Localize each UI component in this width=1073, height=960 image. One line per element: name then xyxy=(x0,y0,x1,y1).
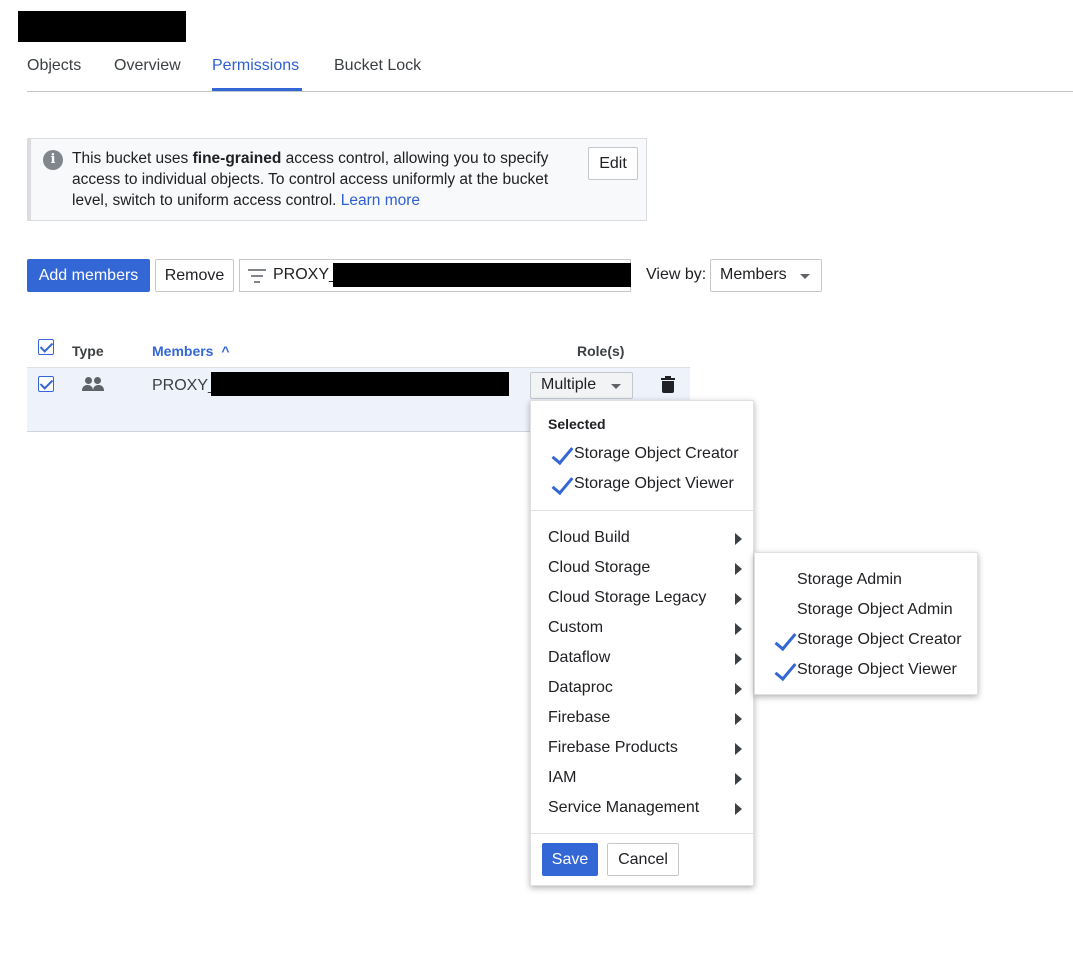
role-category-cloud-storage-legacy[interactable]: Cloud Storage Legacy xyxy=(548,589,743,607)
trash-icon[interactable] xyxy=(661,376,675,394)
role-dropdown-value: Multiple xyxy=(541,376,597,393)
cloud-storage-submenu: Storage Admin Storage Object Admin Stora… xyxy=(754,552,978,695)
selected-role-item[interactable]: Storage Object Creator xyxy=(548,441,739,466)
role-category-dataproc[interactable]: Dataproc xyxy=(548,679,743,697)
category-label: Firebase Products xyxy=(548,739,678,756)
chevron-right-icon xyxy=(735,713,742,725)
submenu-item-storage-object-creator[interactable]: Storage Object Creator xyxy=(771,627,962,652)
select-all-checkbox[interactable] xyxy=(38,339,54,355)
column-header-roles: Role(s) xyxy=(577,343,625,359)
role-category-cloud-storage[interactable]: Cloud Storage xyxy=(548,559,743,577)
submenu-item-label: Storage Admin xyxy=(797,571,902,588)
filter-icon xyxy=(248,269,266,287)
checkmark-icon xyxy=(551,471,574,496)
submenu-item-storage-object-viewer[interactable]: Storage Object Viewer xyxy=(771,657,957,682)
chevron-right-icon xyxy=(735,623,742,635)
tab-overview[interactable]: Overview xyxy=(114,57,181,75)
chevron-right-icon xyxy=(735,683,742,695)
member-name: PROXY_ xyxy=(152,377,217,394)
chevron-right-icon xyxy=(735,563,742,575)
view-by-value: Members xyxy=(720,266,787,283)
filter-value: PROXY_ xyxy=(273,266,338,283)
submenu-item-storage-admin[interactable]: Storage Admin xyxy=(797,571,902,589)
checkmark-icon xyxy=(774,657,797,682)
role-category-dataflow[interactable]: Dataflow xyxy=(548,649,743,667)
column-header-members[interactable]: Members ^ xyxy=(152,343,230,359)
learn-more-link[interactable]: Learn more xyxy=(341,192,420,209)
chevron-down-icon xyxy=(611,384,621,389)
role-category-custom[interactable]: Custom xyxy=(548,619,743,637)
category-label: Cloud Storage Legacy xyxy=(548,589,707,606)
info-icon: i xyxy=(43,150,63,170)
members-header-label: Members xyxy=(152,343,214,359)
role-category-cloud-build[interactable]: Cloud Build xyxy=(548,529,743,547)
sort-ascending-icon: ^ xyxy=(221,343,230,359)
role-category-service-management[interactable]: Service Management xyxy=(548,799,743,817)
category-label: Dataproc xyxy=(548,679,613,696)
chevron-down-icon xyxy=(800,274,810,279)
chevron-right-icon xyxy=(735,803,742,815)
selected-role-label: Storage Object Creator xyxy=(574,445,739,462)
edit-button[interactable]: Edit xyxy=(588,147,638,180)
chevron-right-icon xyxy=(735,743,742,755)
tab-bucket-lock[interactable]: Bucket Lock xyxy=(334,57,421,75)
category-label: Cloud Storage xyxy=(548,559,651,576)
role-selection-menu: Selected Storage Object Creator Storage … xyxy=(530,400,754,886)
info-text-start: This bucket uses xyxy=(72,150,193,167)
info-message: This bucket uses fine-grained access con… xyxy=(72,148,572,211)
redacted-bucket-title xyxy=(18,11,186,42)
submenu-item-label: Storage Object Creator xyxy=(797,631,962,648)
chevron-right-icon xyxy=(735,533,742,545)
selected-section-header: Selected xyxy=(548,416,606,432)
redacted-filter-value xyxy=(333,263,631,287)
role-dropdown[interactable]: Multiple xyxy=(530,372,633,399)
redacted-member-name xyxy=(211,372,509,396)
tab-bar: Objects Overview Permissions Bucket Lock xyxy=(27,56,1073,92)
access-control-info-banner: i This bucket uses fine-grained access c… xyxy=(27,138,647,221)
tab-objects[interactable]: Objects xyxy=(27,57,81,75)
checkmark-icon xyxy=(774,627,797,652)
checkmark-icon xyxy=(551,441,574,466)
row-checkbox[interactable] xyxy=(38,376,54,392)
selected-role-label: Storage Object Viewer xyxy=(574,475,734,492)
save-button[interactable]: Save xyxy=(542,843,598,876)
view-by-label: View by: xyxy=(646,266,707,283)
remove-button[interactable]: Remove xyxy=(155,259,234,292)
submenu-item-label: Storage Object Admin xyxy=(797,601,953,618)
chevron-right-icon xyxy=(735,773,742,785)
add-members-button[interactable]: Add members xyxy=(27,259,150,292)
category-label: Firebase xyxy=(548,709,611,726)
chevron-right-icon xyxy=(735,653,742,665)
menu-divider xyxy=(531,510,753,511)
category-label: IAM xyxy=(548,769,577,786)
group-icon xyxy=(82,377,104,393)
category-label: Cloud Build xyxy=(548,529,630,546)
role-category-firebase-products[interactable]: Firebase Products xyxy=(548,739,743,757)
role-category-firebase[interactable]: Firebase xyxy=(548,709,743,727)
submenu-item-label: Storage Object Viewer xyxy=(797,661,957,678)
column-header-type: Type xyxy=(72,343,104,359)
category-label: Custom xyxy=(548,619,604,636)
chevron-right-icon xyxy=(735,593,742,605)
cancel-button[interactable]: Cancel xyxy=(607,843,679,876)
filter-input[interactable]: PROXY_ xyxy=(239,259,631,292)
menu-divider xyxy=(531,833,753,834)
submenu-item-storage-object-admin[interactable]: Storage Object Admin xyxy=(797,601,953,619)
category-label: Service Management xyxy=(548,799,700,816)
tab-permissions[interactable]: Permissions xyxy=(212,57,299,75)
role-category-iam[interactable]: IAM xyxy=(548,769,743,787)
selected-role-item[interactable]: Storage Object Viewer xyxy=(548,471,734,496)
category-label: Dataflow xyxy=(548,649,611,666)
info-text-bold: fine-grained xyxy=(192,150,282,167)
active-tab-indicator xyxy=(212,88,302,91)
view-by-select[interactable]: Members xyxy=(710,259,822,292)
